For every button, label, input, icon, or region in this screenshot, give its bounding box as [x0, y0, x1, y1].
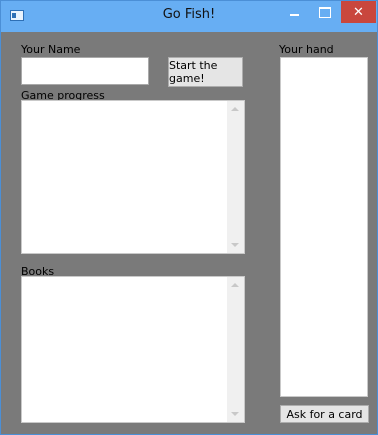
your-hand-list[interactable]	[280, 57, 368, 397]
books-scrollbar[interactable]	[227, 277, 244, 422]
your-name-input[interactable]	[21, 57, 149, 85]
your-hand-label: Your hand	[279, 43, 334, 56]
start-game-button[interactable]: Start the game!	[168, 57, 243, 87]
close-icon: ✕	[353, 4, 364, 20]
minimize-button[interactable]	[279, 1, 309, 23]
chevron-down-icon[interactable]	[231, 412, 239, 416]
chevron-up-icon[interactable]	[231, 107, 239, 111]
client-area: Your Name Start the game! Game progress …	[9, 33, 369, 429]
chevron-up-icon[interactable]	[231, 283, 239, 287]
books-textarea[interactable]	[21, 276, 245, 423]
your-name-label: Your Name	[21, 43, 81, 56]
ask-for-card-button[interactable]: Ask for a card	[280, 405, 369, 423]
go-fish-window: Go Fish! ✕ Your Name Start the game! Gam…	[0, 0, 378, 435]
game-progress-textarea[interactable]	[21, 100, 245, 254]
minimize-icon	[289, 14, 299, 16]
title-bar[interactable]: Go Fish! ✕	[1, 1, 377, 32]
chevron-down-icon[interactable]	[231, 243, 239, 247]
maximize-icon	[319, 6, 331, 18]
close-button[interactable]: ✕	[341, 1, 376, 23]
game-progress-scrollbar[interactable]	[227, 101, 244, 253]
maximize-button[interactable]	[310, 1, 340, 23]
